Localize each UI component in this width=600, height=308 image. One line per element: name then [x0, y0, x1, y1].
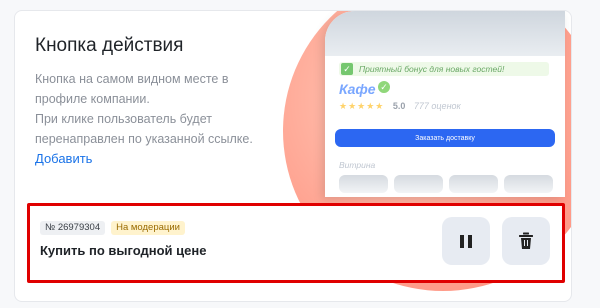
verified-icon: ✓ — [378, 81, 390, 93]
promo-description-line: перенаправлен по указанной ссылке. — [35, 132, 253, 146]
action-button-item: № 26979304 На модерации Купить по выгодн… — [27, 203, 565, 283]
section-title: Витрина — [339, 160, 376, 170]
trash-icon — [519, 232, 533, 249]
promo-section: Кнопка действия Кнопка на самом видном м… — [15, 11, 571, 291]
action-button-label: Купить по выгодной цене — [40, 243, 207, 258]
action-button-card: Кнопка действия Кнопка на самом видном м… — [14, 10, 572, 302]
rating: ★★★★★ 5.0 777 оценок — [339, 101, 461, 112]
gallery-image — [394, 175, 443, 193]
delete-button[interactable] — [502, 217, 550, 265]
pause-icon — [460, 234, 472, 248]
profile-preview: ✓ Приятный бонус для новых гостей! Кафе … — [325, 11, 565, 197]
add-link[interactable]: Добавить — [35, 151, 92, 166]
gallery-image — [339, 175, 388, 193]
gallery-image — [504, 175, 553, 193]
status-badge: На модерации — [111, 221, 185, 235]
pause-button[interactable] — [442, 217, 490, 265]
id-badge: № 26979304 — [40, 221, 106, 235]
gallery — [339, 175, 553, 193]
stars-icon: ★★★★★ — [339, 101, 385, 111]
bonus-banner: ✓ Приятный бонус для новых гостей! — [339, 62, 549, 76]
reviews-count: 777 оценок — [413, 101, 461, 111]
cafe-photo — [325, 11, 565, 56]
order-delivery-button: Заказать доставку — [335, 129, 555, 147]
gallery-image — [449, 175, 498, 193]
promo-title: Кнопка действия — [35, 35, 184, 56]
cafe-name: Кафе — [339, 81, 376, 97]
promo-description: Кнопка на самом видном месте в профиле к… — [35, 69, 270, 149]
bonus-icon: ✓ — [341, 63, 353, 75]
promo-description-line: Кнопка на самом видном месте в — [35, 72, 229, 86]
promo-description-line: При клике пользователь будет — [35, 112, 212, 126]
badges: № 26979304 На модерации — [40, 221, 185, 235]
bonus-text: Приятный бонус для новых гостей! — [359, 64, 505, 74]
rating-value: 5.0 — [392, 101, 406, 111]
promo-description-line: профиле компании. — [35, 92, 150, 106]
